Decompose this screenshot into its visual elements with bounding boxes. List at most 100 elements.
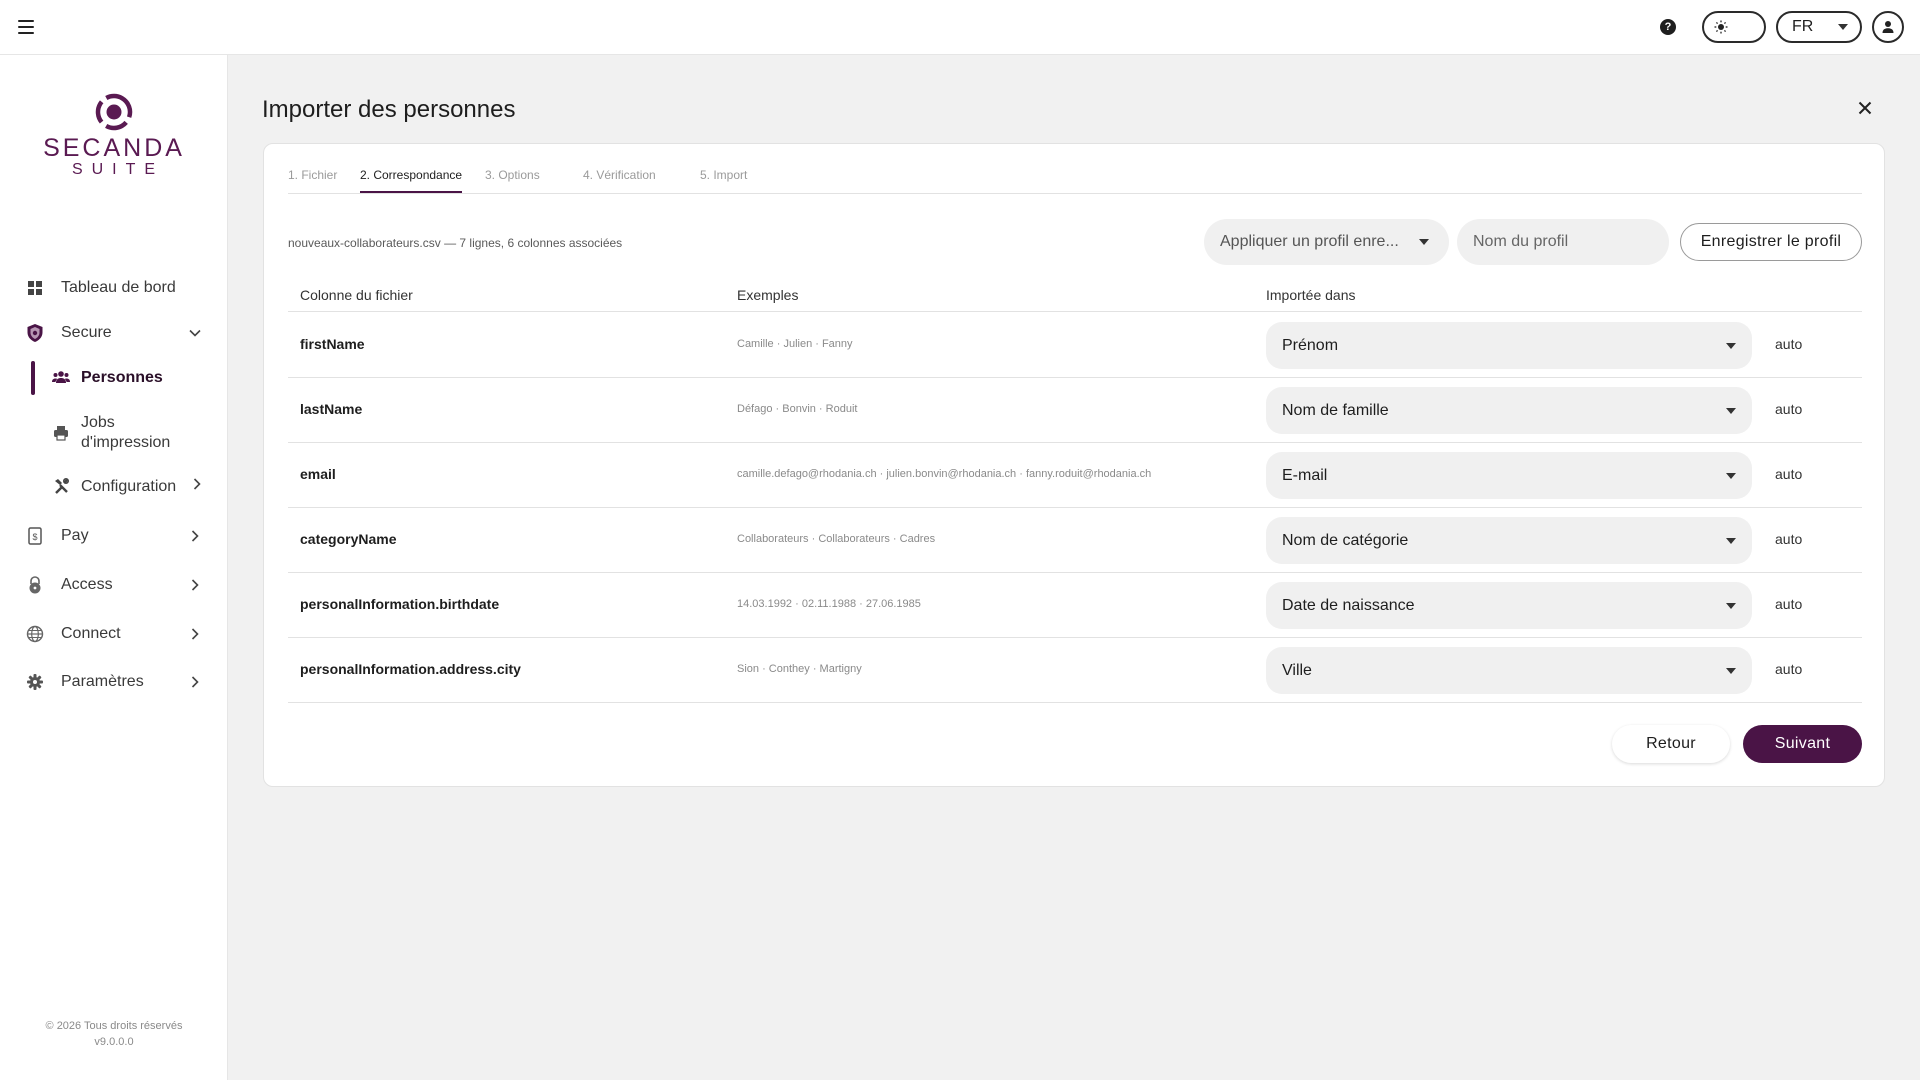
- logo[interactable]: SECANDA SUITE: [0, 91, 228, 179]
- sidebar-item-personnes[interactable]: Personnes: [0, 368, 228, 388]
- sidebar-item-jobs-impression[interactable]: Jobs d'impression: [0, 413, 228, 453]
- user-icon: [1882, 21, 1894, 33]
- file-info: nouveaux-collaborateurs.csv — 7 lignes, …: [288, 236, 623, 250]
- sidebar-footer: © 2026 Tous droits réservés v9.0.0.0: [0, 1018, 228, 1050]
- table-row: categoryName Collaborateurs · Collaborat…: [288, 508, 1862, 573]
- next-button[interactable]: Suivant: [1743, 725, 1862, 763]
- chevron-right-icon: [188, 627, 202, 641]
- table-row: email camille.defago@rhodania.ch · julie…: [288, 443, 1862, 508]
- table-header: Colonne du fichier Exemples Importée dan…: [288, 279, 1862, 312]
- target-field-select[interactable]: Nom de famille: [1266, 387, 1752, 434]
- mapping-mode: auto: [1775, 401, 1803, 417]
- chevron-down-icon: [1838, 24, 1848, 30]
- chevron-right-icon: [188, 529, 202, 543]
- file-column-name: personalInformation.birthdate: [300, 596, 500, 612]
- page-title: Importer des personnes: [262, 96, 516, 123]
- target-field-select[interactable]: Nom de catégorie: [1266, 517, 1752, 564]
- profile-select-value: Appliquer un profil enre...: [1220, 233, 1399, 250]
- svg-text:$: $: [32, 532, 37, 542]
- target-field-value: Nom de famille: [1282, 401, 1389, 419]
- sidebar-item-access[interactable]: Access: [0, 575, 228, 595]
- save-profile-button[interactable]: Enregistrer le profil: [1680, 223, 1862, 261]
- tab-verification[interactable]: 4. Vérification: [583, 168, 656, 182]
- chevron-down-icon: [1726, 537, 1736, 544]
- mapping-mode: auto: [1775, 466, 1803, 482]
- theme-toggle[interactable]: [1702, 11, 1766, 43]
- sidebar-item-parametres[interactable]: Paramètres: [0, 672, 228, 692]
- version-text: v9.0.0.0: [94, 1036, 134, 1048]
- tab-options[interactable]: 3. Options: [485, 168, 540, 182]
- sidebar-item-label: Access: [61, 576, 113, 593]
- chevron-down-icon: [1726, 602, 1736, 609]
- table-row: firstName Camille · Julien · Fanny Préno…: [288, 313, 1862, 378]
- tab-import[interactable]: 5. Import: [700, 168, 747, 182]
- chevron-right-icon: [190, 477, 204, 491]
- column-examples: Collaborateurs · Collaborateurs · Cadres: [737, 533, 936, 545]
- mapping-mode: auto: [1775, 596, 1803, 612]
- copyright-text: © 2026 Tous droits réservés: [45, 1020, 183, 1032]
- secanda-logo-icon: [95, 93, 133, 131]
- globe-icon: [26, 625, 44, 643]
- logo-wordmark: SECANDA: [43, 134, 185, 162]
- file-column-name: categoryName: [300, 531, 397, 547]
- target-field-select[interactable]: E-mail: [1266, 452, 1752, 499]
- tools-icon: [52, 477, 70, 495]
- sidebar-item-label: Jobs d'impression: [81, 414, 171, 451]
- file-column-name: email: [300, 466, 336, 482]
- profile-name-input[interactable]: [1457, 219, 1669, 265]
- import-card: 1. Fichier 2. Correspondance 3. Options …: [263, 143, 1885, 787]
- pay-icon: $: [26, 527, 44, 545]
- close-button[interactable]: [1856, 99, 1874, 117]
- chevron-down-icon: [1726, 472, 1736, 479]
- sidebar-item-label: Personnes: [81, 369, 163, 386]
- target-field-value: Nom de catégorie: [1282, 531, 1409, 549]
- lock-icon: [26, 576, 44, 594]
- file-column-name: lastName: [300, 401, 363, 417]
- target-field-select[interactable]: Ville: [1266, 647, 1752, 694]
- column-header-examples: Exemples: [737, 287, 799, 303]
- dashboard-icon: [26, 279, 44, 297]
- tab-active-underline: [360, 191, 462, 193]
- wizard-tabs: 1. Fichier 2. Correspondance 3. Options …: [288, 144, 1862, 194]
- logo-subtitle: SUITE: [71, 161, 165, 178]
- mapping-mode: auto: [1775, 661, 1803, 677]
- column-examples: camille.defago@rhodania.ch · julien.bonv…: [737, 468, 1152, 480]
- table-row: personalInformation.birthdate 14.03.1992…: [288, 573, 1862, 638]
- language-value: FR: [1792, 18, 1814, 35]
- top-bar: ? FR: [0, 0, 1920, 55]
- tab-correspondance[interactable]: 2. Correspondance: [360, 168, 462, 182]
- target-field-value: Date de naissance: [1282, 596, 1415, 614]
- language-select[interactable]: FR: [1776, 11, 1862, 43]
- hamburger-icon[interactable]: [18, 20, 34, 34]
- sidebar-item-dashboard[interactable]: Tableau de bord: [0, 278, 228, 298]
- column-header-imported: Importée dans: [1266, 287, 1356, 303]
- close-icon: [1858, 101, 1872, 115]
- chevron-down-icon: [1726, 667, 1736, 674]
- file-column-name: personalInformation.address.city: [300, 661, 521, 677]
- mapping-mode: auto: [1775, 531, 1803, 547]
- sidebar-item-pay[interactable]: $ Pay: [0, 526, 228, 546]
- column-header-file: Colonne du fichier: [300, 287, 413, 303]
- column-examples: 14.03.1992 · 02.11.1988 · 27.06.1985: [737, 598, 921, 610]
- column-examples: Défago · Bonvin · Roduit: [737, 403, 858, 415]
- chevron-down-icon: [188, 326, 202, 340]
- column-examples: Camille · Julien · Fanny: [737, 338, 853, 350]
- help-icon[interactable]: ?: [1660, 19, 1676, 35]
- target-field-value: Prénom: [1282, 336, 1339, 354]
- file-column-name: firstName: [300, 336, 365, 352]
- top-right-controls: ? FR: [1660, 11, 1904, 43]
- target-field-select[interactable]: Prénom: [1266, 322, 1752, 369]
- sidebar-item-label: Tableau de bord: [61, 279, 176, 296]
- sidebar-item-secure[interactable]: Secure: [0, 323, 228, 343]
- table-row: personalInformation.address.city Sion · …: [288, 638, 1862, 703]
- sidebar-item-configuration[interactable]: Configuration: [0, 477, 228, 497]
- user-menu-button[interactable]: [1872, 11, 1904, 43]
- sidebar-item-label: Secure: [61, 324, 112, 341]
- sidebar-item-label: Pay: [61, 527, 89, 544]
- sidebar-item-connect[interactable]: Connect: [0, 624, 228, 644]
- back-button[interactable]: Retour: [1612, 725, 1730, 763]
- profile-select[interactable]: Appliquer un profil enre...: [1204, 219, 1449, 265]
- target-field-select[interactable]: Date de naissance: [1266, 582, 1752, 629]
- tab-fichier[interactable]: 1. Fichier: [288, 168, 337, 182]
- shield-icon: [26, 324, 44, 342]
